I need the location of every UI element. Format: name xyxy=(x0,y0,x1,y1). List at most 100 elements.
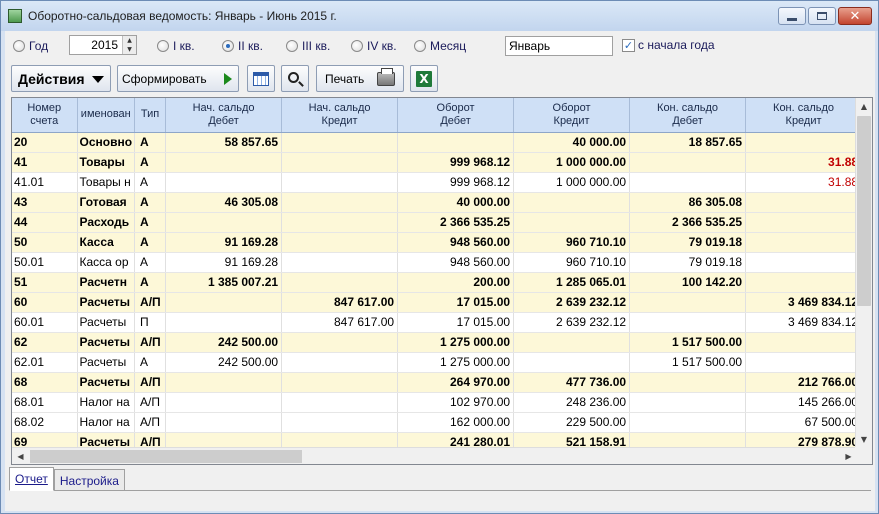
turnover-debit-cell: 17 015.00 xyxy=(397,312,515,333)
closing-debit-cell: 18 857.65 xyxy=(629,132,747,153)
closing-credit-cell: 31.88 xyxy=(745,152,863,173)
toolbar: Действия Сформировать Печать X xyxy=(5,63,875,93)
radio-q3-dot[interactable] xyxy=(286,40,298,52)
checkbox-check-icon[interactable]: ✓ xyxy=(622,38,635,52)
closing-debit-cell: 1 517 500.00 xyxy=(629,352,747,373)
table-row[interactable]: 50.01 Касса ор А 91 169.28 948 560.00 960 710… xyxy=(12,252,863,273)
radio-q1-dot[interactable] xyxy=(157,40,169,52)
scroll-down-icon[interactable]: ▼ xyxy=(856,431,872,448)
radio-q3-label: III кв. xyxy=(302,39,331,53)
radio-month-dot[interactable] xyxy=(414,40,426,52)
table-row[interactable]: 68.02 Налог на А/П 162 000.00 229 500.00 67 5… xyxy=(12,412,863,433)
turnover-debit-cell: 200.00 xyxy=(397,272,515,293)
column-header[interactable]: именован xyxy=(77,98,136,133)
table-row[interactable]: 51 Расчетн А 1 385 007.21 200.00 1 285 065.01… xyxy=(12,272,863,293)
minimize-button[interactable] xyxy=(778,7,806,25)
search-button[interactable] xyxy=(281,65,309,92)
scroll-up-icon[interactable]: ▲ xyxy=(856,98,872,115)
turnover-credit-cell: 477 736.00 xyxy=(513,372,631,393)
account-name-cell: Расчеты xyxy=(77,352,136,373)
turnover-debit-cell: 999 968.12 xyxy=(397,152,515,173)
opening-debit-cell: 1 385 007.21 xyxy=(165,272,283,293)
year-input[interactable] xyxy=(70,36,120,54)
table-row[interactable]: 41 Товары А 999 968.12 1 000 000.00 31.88 xyxy=(12,152,863,173)
turnover-debit-cell: 162 000.00 xyxy=(397,412,515,433)
table-row[interactable]: 44 Расходь А 2 366 535.25 2 366 535.25 xyxy=(12,212,863,233)
radio-year[interactable]: Год xyxy=(13,39,48,53)
radio-month[interactable]: Месяц xyxy=(414,39,466,53)
radio-q2-label: II кв. xyxy=(238,39,263,53)
calendar-button[interactable] xyxy=(247,65,275,92)
account-type-cell: А xyxy=(134,132,167,153)
print-button[interactable]: Печать xyxy=(316,65,404,92)
search-icon xyxy=(288,71,299,83)
column-header[interactable]: Оборот Дебет xyxy=(397,98,515,133)
column-header[interactable]: Нач. сальдо Кредит xyxy=(281,98,399,133)
column-header[interactable]: Кон. сальдо Кредит xyxy=(745,98,863,133)
table-row[interactable]: 50 Касса А 91 169.28 948 560.00 960 710.10 79 … xyxy=(12,232,863,253)
opening-credit-cell xyxy=(281,132,399,153)
opening-credit-cell xyxy=(281,212,399,233)
opening-debit-cell xyxy=(165,312,283,333)
radio-q1[interactable]: I кв. xyxy=(157,39,195,53)
year-spinner[interactable]: ▲ ▼ xyxy=(69,35,137,55)
account-number-cell: 68 xyxy=(12,372,78,393)
turnover-credit-cell: 40 000.00 xyxy=(513,132,631,153)
scroll-left-icon[interactable]: ◀ xyxy=(12,448,29,464)
tab-settings[interactable]: Настройка xyxy=(53,469,125,491)
turnover-debit-cell: 264 970.00 xyxy=(397,372,515,393)
scrollbar-corner xyxy=(855,447,872,464)
table-row[interactable]: 62.01 Расчеты А 242 500.00 1 275 000.00 1 517… xyxy=(12,352,863,373)
maximize-button[interactable] xyxy=(808,7,836,25)
tab-report[interactable]: Отчет xyxy=(9,467,54,491)
column-header[interactable]: Тип xyxy=(134,98,167,133)
generate-button[interactable]: Сформировать xyxy=(117,65,239,92)
table-row[interactable]: 41.01 Товары н А 999 968.12 1 000 000.00 31.8… xyxy=(12,172,863,193)
actions-label: Действия xyxy=(18,70,85,87)
account-name-cell: Готовая xyxy=(77,192,136,213)
printer-icon xyxy=(377,68,395,86)
turnover-credit-cell: 960 710.10 xyxy=(513,232,631,253)
close-button[interactable]: ✕ xyxy=(838,7,872,25)
account-name-cell: Касса xyxy=(77,232,136,253)
closing-credit-cell xyxy=(745,132,863,153)
column-header[interactable]: Кон. сальдо Дебет xyxy=(629,98,747,133)
table-row[interactable]: 60.01 Расчеты П 847 617.00 17 015.00 2 639 23… xyxy=(12,312,863,333)
month-field[interactable]: Январь xyxy=(505,36,613,56)
account-number-cell: 41 xyxy=(12,152,78,173)
balance-grid[interactable]: Номер счета именован Тип Нач. сальдо Дебет Н… xyxy=(11,97,873,465)
horizontal-scroll-thumb[interactable] xyxy=(30,450,302,463)
column-header[interactable]: Нач. сальдо Дебет xyxy=(165,98,283,133)
table-row[interactable]: 68.01 Налог на А/П 102 970.00 248 236.00 145 … xyxy=(12,392,863,413)
table-row[interactable]: 60 Расчеты А/П 847 617.00 17 015.00 2 639 232… xyxy=(12,292,863,313)
radio-q4[interactable]: IV кв. xyxy=(351,39,397,53)
spin-down-icon[interactable]: ▼ xyxy=(123,45,136,54)
table-row[interactable]: 68 Расчеты А/П 264 970.00 477 736.00 212 766.… xyxy=(12,372,863,393)
radio-year-dot[interactable] xyxy=(13,40,25,52)
actions-button[interactable]: Действия xyxy=(11,65,111,92)
column-header[interactable]: Оборот Кредит xyxy=(513,98,631,133)
radio-q2-dot[interactable] xyxy=(222,40,234,52)
radio-q4-dot[interactable] xyxy=(351,40,363,52)
horizontal-scrollbar[interactable]: ◀ ▶ xyxy=(12,447,857,464)
table-row[interactable]: 43 Готовая А 46 305.08 40 000.00 86 305.08 xyxy=(12,192,863,213)
opening-credit-cell xyxy=(281,272,399,293)
print-label: Печать xyxy=(325,71,365,86)
excel-export-button[interactable]: X xyxy=(410,65,438,92)
opening-debit-cell: 242 500.00 xyxy=(165,352,283,373)
account-name-cell: Основно xyxy=(77,132,136,153)
opening-credit-cell xyxy=(281,412,399,433)
table-row[interactable]: 62 Расчеты А/П 242 500.00 1 275 000.00 1 517 … xyxy=(12,332,863,353)
opening-credit-cell: 847 617.00 xyxy=(281,312,399,333)
column-header[interactable]: Номер счета xyxy=(12,98,78,133)
opening-debit-cell: 242 500.00 xyxy=(165,332,283,353)
account-type-cell: А xyxy=(134,252,167,273)
radio-q2[interactable]: II кв. xyxy=(222,39,263,53)
table-row[interactable]: 20 Основно А 58 857.65 40 000.00 18 857.65 xyxy=(12,132,863,153)
radio-q3[interactable]: III кв. xyxy=(286,39,330,53)
from-year-start-checkbox[interactable]: ✓ с начала года xyxy=(622,38,715,52)
spin-up-icon[interactable]: ▲ xyxy=(123,36,136,45)
vertical-scrollbar[interactable]: ▲ ▼ xyxy=(855,98,872,448)
vertical-scroll-thumb[interactable] xyxy=(857,116,871,306)
account-number-cell: 43 xyxy=(12,192,78,213)
